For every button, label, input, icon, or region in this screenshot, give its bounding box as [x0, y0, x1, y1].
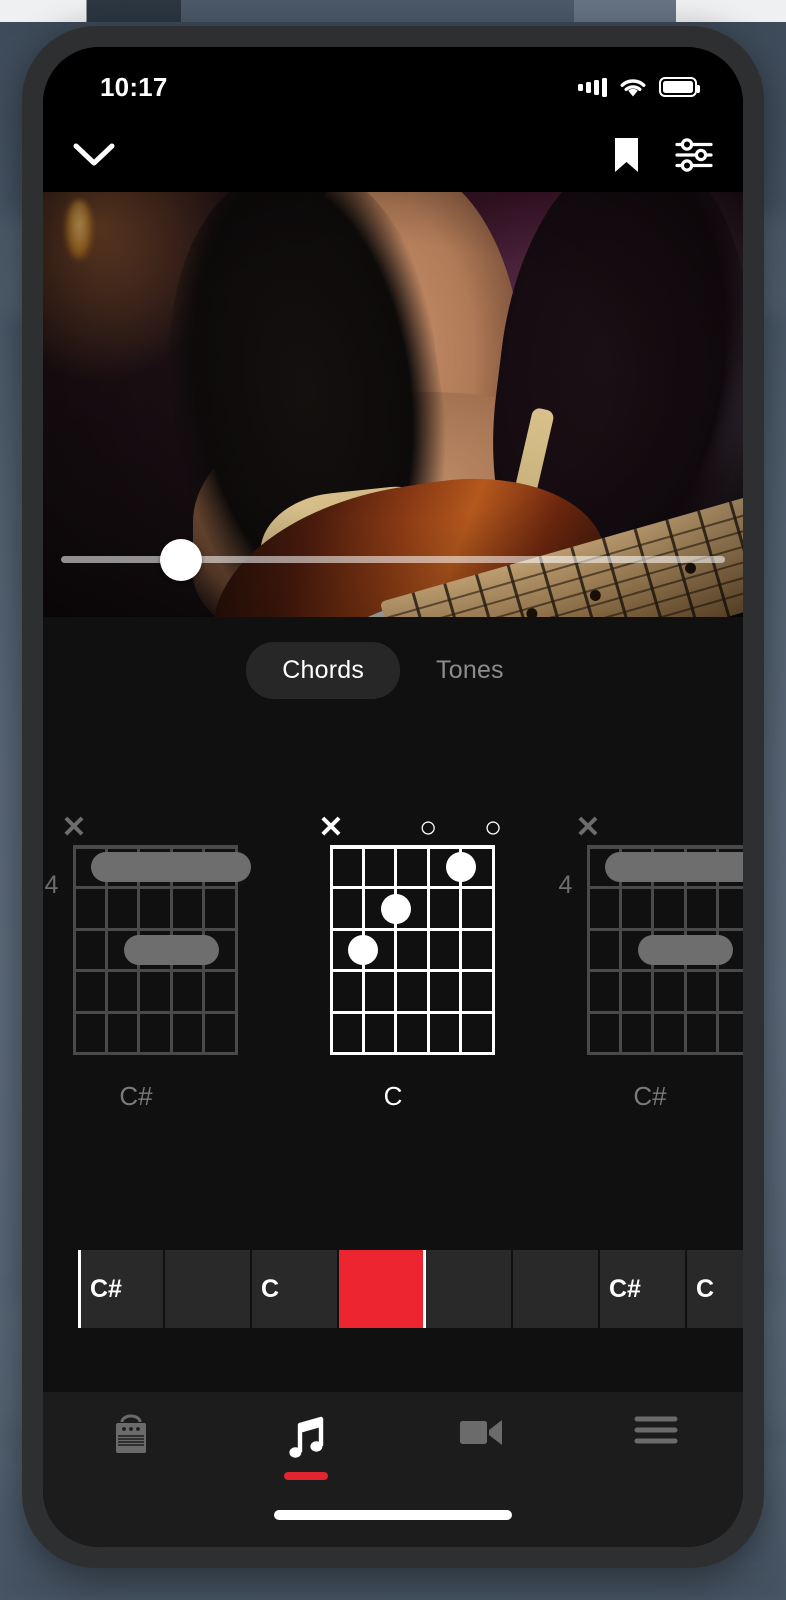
- battery-full-icon: [659, 77, 700, 97]
- chord-grid-wrap: 4: [559, 845, 743, 1055]
- chord-markers: ✕: [575, 811, 744, 845]
- chord-start-fret: 4: [558, 871, 573, 899]
- timeline-cell-label: C#: [90, 1274, 122, 1303]
- timeline-cell[interactable]: C: [252, 1250, 339, 1328]
- timeline-cell-label: C: [696, 1274, 715, 1303]
- cellular-signal-icon: [578, 77, 607, 97]
- content-area: Chords Tones ✕ 4 C# ✕ ○ ○ C ✕ 4 C# C# C C# C: [43, 617, 743, 1392]
- chords-tones-segmented-control[interactable]: Chords Tones: [43, 617, 743, 699]
- wifi-icon: [619, 77, 647, 98]
- phone-screen: 10:17 Chords Tones ✕ 4 C# ✕ ○ ○ C ✕ 4 C#…: [43, 47, 743, 1547]
- chord-marker: ○: [419, 811, 438, 844]
- status-icons: [578, 77, 700, 98]
- status-bar: 10:17: [43, 47, 743, 117]
- amp-icon: [108, 1414, 154, 1460]
- music-note-icon: [283, 1414, 329, 1462]
- timeline-cell[interactable]: [165, 1250, 252, 1328]
- timeline-cell[interactable]: [426, 1250, 513, 1328]
- chord-name-label: C#: [119, 1081, 153, 1111]
- nav-amp[interactable]: [43, 1414, 218, 1490]
- timeline-cell-label: C: [261, 1274, 280, 1303]
- chord-diagram[interactable]: ✕ 4 C#: [44, 811, 251, 1112]
- chord-grid-wrap: 4: [45, 845, 251, 1055]
- timeline-cell[interactable]: [513, 1250, 600, 1328]
- video-frame-image: [43, 192, 743, 617]
- nav-hamburger-menu[interactable]: [568, 1414, 743, 1490]
- chord-start-fret: 4: [44, 871, 59, 899]
- home-indicator: [274, 1510, 512, 1520]
- chord-name-label: C: [383, 1081, 403, 1111]
- chord-barre: [123, 935, 219, 965]
- chord-marker: ○: [483, 811, 503, 844]
- chord-barre: [637, 935, 733, 965]
- chord-finger-dot: [380, 893, 411, 924]
- timeline-playhead-cell[interactable]: [339, 1250, 426, 1328]
- status-time: 10:17: [100, 71, 168, 102]
- tab-tones[interactable]: Tones: [400, 642, 540, 699]
- nav-active-indicator: [283, 1472, 328, 1480]
- video-seek-slider[interactable]: [61, 538, 725, 581]
- sliders-settings-icon[interactable]: [675, 137, 713, 172]
- seek-thumb[interactable]: [159, 538, 202, 581]
- chord-diagrams-row: ✕ 4 C# ✕ ○ ○ C ✕ 4 C#: [43, 811, 743, 1112]
- video-player[interactable]: [43, 192, 743, 617]
- chord-markers: ✕: [61, 811, 238, 845]
- chord-markers: ✕ ○ ○: [318, 811, 502, 845]
- chord-finger-dot: [445, 852, 476, 883]
- tab-chords[interactable]: Chords: [246, 642, 401, 699]
- bottom-nav-bar: [43, 1392, 743, 1547]
- chord-timeline[interactable]: C# C C# C: [78, 1250, 743, 1328]
- hamburger-menu-icon: [633, 1414, 679, 1446]
- chord-marker: ✕: [575, 811, 601, 844]
- chord-barre: [91, 852, 251, 883]
- nav-music-note[interactable]: [218, 1414, 393, 1490]
- chord-name-label: C#: [633, 1081, 667, 1111]
- chord-diagram[interactable]: ✕ 4 C#: [558, 811, 743, 1112]
- chord-marker: ✕: [318, 811, 344, 844]
- app-top-bar: [43, 117, 743, 192]
- phone-frame: 10:17 Chords Tones ✕ 4 C# ✕ ○ ○ C ✕ 4 C#…: [22, 26, 764, 1568]
- chord-barre: [605, 852, 743, 883]
- top-bar-actions: [613, 137, 713, 173]
- bookmark-icon[interactable]: [613, 137, 640, 173]
- chord-marker: ✕: [61, 811, 87, 844]
- chord-grid-wrap: [329, 845, 495, 1055]
- timeline-cell[interactable]: C#: [600, 1250, 687, 1328]
- timeline-cell[interactable]: C#: [78, 1250, 165, 1328]
- timeline-cell[interactable]: C: [687, 1250, 743, 1328]
- chord-diagram[interactable]: ✕ ○ ○ C: [301, 811, 502, 1112]
- video-camera-icon: [457, 1414, 505, 1450]
- chevron-down-icon[interactable]: [73, 142, 115, 168]
- timeline-cell-label: C#: [609, 1274, 641, 1303]
- nav-video-camera[interactable]: [393, 1414, 568, 1490]
- chord-finger-dot: [348, 935, 379, 965]
